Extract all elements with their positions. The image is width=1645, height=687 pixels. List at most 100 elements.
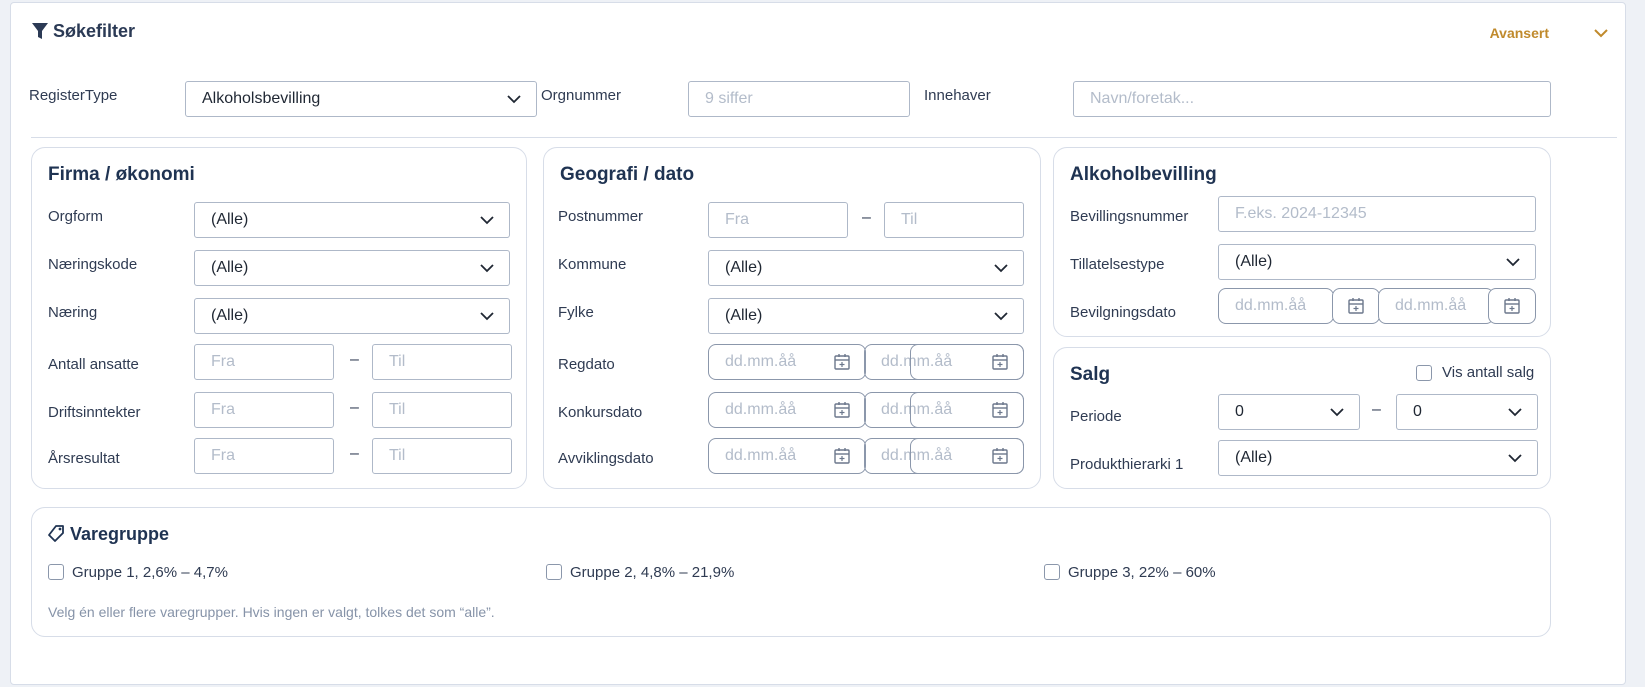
registertype-value: Alkoholsbevilling <box>202 90 321 107</box>
avviklingsdato-to-calendar-button[interactable] <box>910 438 1024 474</box>
bevilgningsdato-to-input[interactable]: dd.mm.åå <box>1378 288 1494 324</box>
tillatelse-select[interactable]: (Alle) <box>1218 244 1536 280</box>
postnummer-label: Postnummer <box>558 208 644 225</box>
orgform-select[interactable]: (Alle) <box>194 202 510 238</box>
ansatte-to-input[interactable]: Til <box>372 344 512 380</box>
aars-label: Årsresultat <box>48 450 120 467</box>
fylke-select[interactable]: (Alle) <box>708 298 1024 334</box>
search-filter-panel: Søkefilter Avansert RegisterType Alkohol… <box>10 2 1626 685</box>
aars-from-placeholder: Fra <box>211 447 235 464</box>
drift-from-input[interactable]: Fra <box>194 392 334 428</box>
bevillingsnummer-input[interactable]: F.eks. 2024-12345 <box>1218 196 1536 232</box>
naeringskode-select[interactable]: (Alle) <box>194 250 510 286</box>
periode-to-value: 0 <box>1413 403 1422 420</box>
regdato-label: Regdato <box>558 356 615 373</box>
group2-label: Gruppe 2, 4,8% – 21,9% <box>570 564 735 581</box>
innehaver-label: Innehaver <box>924 87 991 104</box>
konkursdato-to-calendar-button[interactable] <box>910 392 1024 428</box>
range-dash: – <box>862 209 871 226</box>
ansatte-to-placeholder: Til <box>389 353 406 370</box>
drift-to-input[interactable]: Til <box>372 392 512 428</box>
salg-card: Salg Vis antall salg Periode 0 – 0 Produ… <box>1053 347 1551 489</box>
orgnummer-input[interactable]: 9 siffer <box>688 81 910 117</box>
konkursdato-label: Konkursdato <box>558 404 643 421</box>
orgnummer-label: Orgnummer <box>541 87 622 104</box>
salg-title: Salg <box>1070 364 1111 385</box>
produkthierarki-label: Produkthierarki 1 <box>1070 456 1184 473</box>
fylke-value: (Alle) <box>725 307 763 324</box>
filter-header: Søkefilter Avansert <box>11 3 1625 61</box>
tillatelse-label: Tillatelsestype <box>1070 256 1165 273</box>
kommune-select[interactable]: (Alle) <box>708 250 1024 286</box>
varegruppe-card: Varegruppe Gruppe 1, 2,6% – 4,7% Gruppe … <box>31 507 1551 637</box>
naering-select[interactable]: (Alle) <box>194 298 510 334</box>
calendar-icon[interactable] <box>1503 297 1521 315</box>
aars-to-placeholder: Til <box>389 447 406 464</box>
range-dash: – <box>1372 401 1381 418</box>
ansatte-label: Antall ansatte <box>48 356 139 373</box>
bevilgningsdato-to-calendar-button[interactable] <box>1488 288 1536 324</box>
ansatte-from-placeholder: Fra <box>211 353 235 370</box>
bevillingsnummer-placeholder: F.eks. 2024-12345 <box>1235 205 1367 222</box>
firma-title: Firma / økonomi <box>48 164 195 185</box>
postnummer-to-input[interactable]: Til <box>884 202 1024 238</box>
bevilgningsdato-from-calendar-button[interactable] <box>1332 288 1380 324</box>
chevron-down-icon <box>480 216 494 225</box>
geo-card: Geografi / dato Postnummer Fra – Til Kom… <box>543 147 1041 489</box>
bevillingsnummer-label: Bevillingsnummer <box>1070 208 1189 225</box>
naeringskode-value: (Alle) <box>211 259 249 276</box>
calendar-icon[interactable] <box>833 447 851 465</box>
aars-to-input[interactable]: Til <box>372 438 512 474</box>
ansatte-from-input[interactable]: Fra <box>194 344 334 380</box>
innehaver-input[interactable]: Navn/foretak... <box>1073 81 1551 117</box>
advanced-toggle-label[interactable]: Avansert <box>1490 25 1549 41</box>
registertype-select[interactable]: Alkoholsbevilling <box>185 81 537 117</box>
periode-from-value: 0 <box>1235 403 1244 420</box>
naering-value: (Alle) <box>211 307 249 324</box>
regdato-from-input[interactable]: dd.mm.åå <box>708 344 866 380</box>
vis-antall-salg-checkbox[interactable] <box>1416 365 1432 381</box>
chevron-down-icon <box>1508 408 1522 417</box>
geo-title: Geografi / dato <box>560 164 695 185</box>
produkthierarki-select[interactable]: (Alle) <box>1218 440 1538 476</box>
alkohol-title: Alkoholbevilling <box>1070 164 1217 185</box>
chevron-down-icon[interactable] <box>1591 23 1611 43</box>
avviklingsdato-from-input[interactable]: dd.mm.åå <box>708 438 866 474</box>
date-placeholder: dd.mm.åå <box>1395 297 1467 314</box>
avviklingsdato-label: Avviklingsdato <box>558 450 654 467</box>
periode-to-select[interactable]: 0 <box>1396 394 1538 430</box>
chevron-down-icon <box>507 95 521 104</box>
bevilgningsdato-label: Bevilgningsdato <box>1070 304 1176 321</box>
periode-from-select[interactable]: 0 <box>1218 394 1360 430</box>
range-dash: – <box>350 399 359 416</box>
regdato-to-calendar-button[interactable] <box>910 344 1024 380</box>
chevron-down-icon <box>994 312 1008 321</box>
calendar-icon[interactable] <box>1347 297 1365 315</box>
bevilgningsdato-from-input[interactable]: dd.mm.åå <box>1218 288 1334 324</box>
calendar-icon[interactable] <box>991 401 1009 419</box>
vis-antall-salg-label: Vis antall salg <box>1442 364 1535 381</box>
firma-card: Firma / økonomi Orgform (Alle) Næringsko… <box>31 147 527 489</box>
konkursdato-from-input[interactable]: dd.mm.åå <box>708 392 866 428</box>
postnummer-to-placeholder: Til <box>901 211 918 228</box>
group2-checkbox[interactable] <box>546 564 562 580</box>
tillatelse-value: (Alle) <box>1235 253 1273 270</box>
calendar-icon[interactable] <box>991 353 1009 371</box>
chevron-down-icon <box>480 264 494 273</box>
calendar-icon[interactable] <box>991 447 1009 465</box>
naeringskode-label: Næringskode <box>48 256 138 273</box>
kommune-value: (Alle) <box>725 259 763 276</box>
chevron-down-icon <box>1508 454 1522 463</box>
group1-label: Gruppe 1, 2,6% – 4,7% <box>72 564 228 581</box>
range-dash: – <box>350 445 359 462</box>
calendar-icon[interactable] <box>833 401 851 419</box>
group3-checkbox[interactable] <box>1044 564 1060 580</box>
drift-to-placeholder: Til <box>389 401 406 418</box>
produkthierarki-value: (Alle) <box>1235 449 1273 466</box>
group1-checkbox[interactable] <box>48 564 64 580</box>
calendar-icon[interactable] <box>833 353 851 371</box>
postnummer-from-input[interactable]: Fra <box>708 202 848 238</box>
aars-from-input[interactable]: Fra <box>194 438 334 474</box>
drift-from-placeholder: Fra <box>211 401 235 418</box>
panel-title: Søkefilter <box>53 21 136 41</box>
